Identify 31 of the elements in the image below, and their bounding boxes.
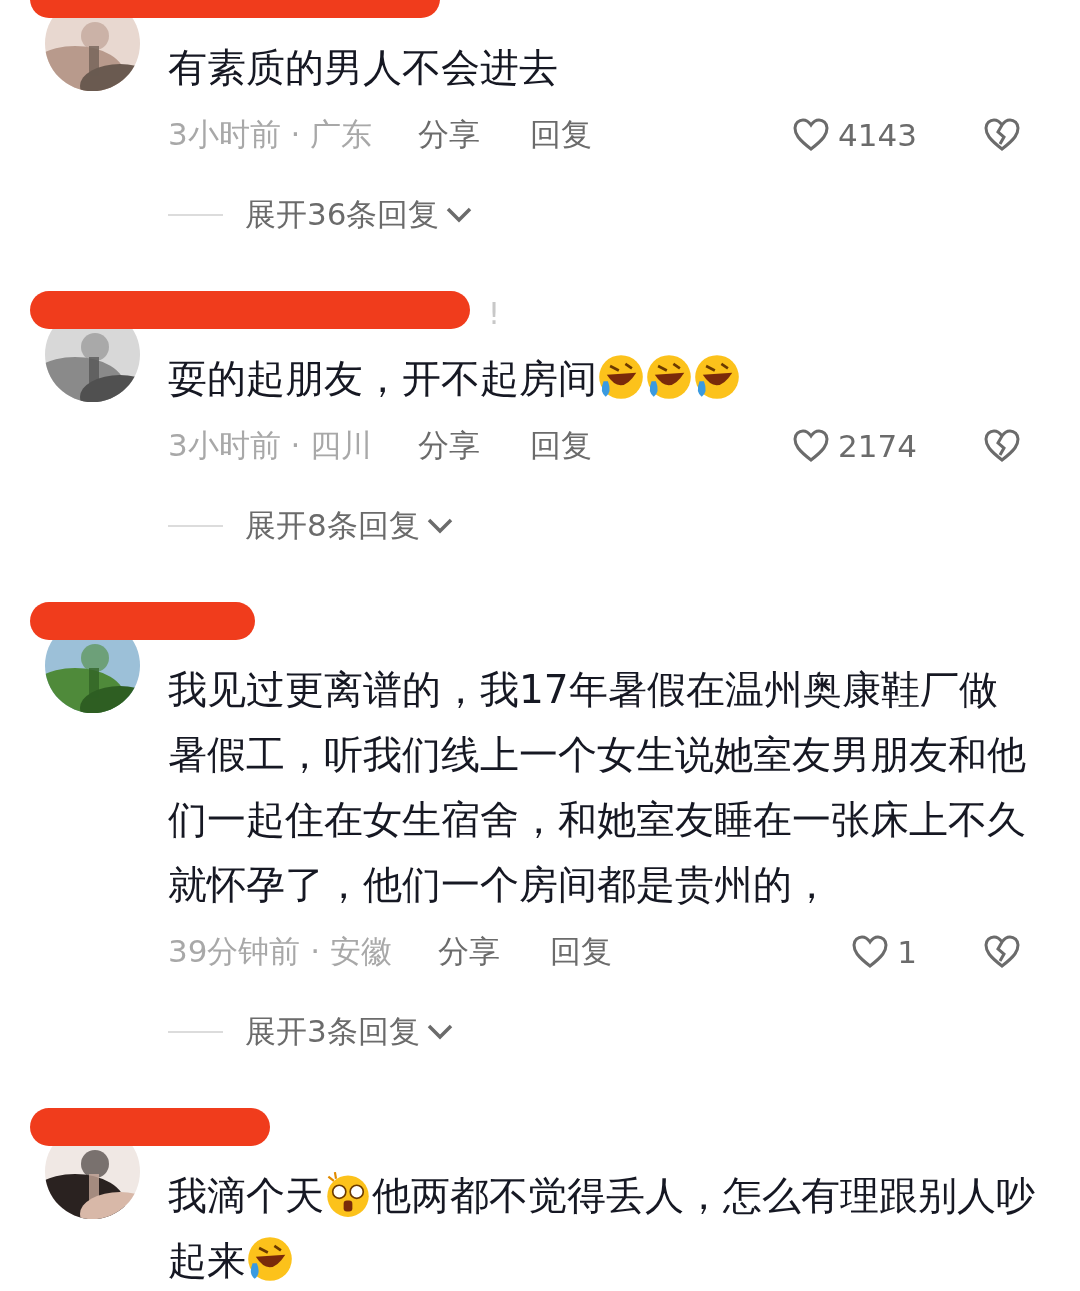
reply-link[interactable]: 回复 (530, 424, 593, 467)
comment-text: 我见过更离谱的，我17年暑假在温州奥康鞋厂做暑假工，听我们线上一个女生说她室友男朋友和他们一起住在女生宿舍，和她室友睡在一张床上不久就怀孕了，他们一个房间都是贵州的， (168, 666, 1027, 909)
share-link[interactable]: 分享 (418, 113, 481, 156)
expand-replies-link[interactable]: 展开36条回复 (245, 193, 440, 236)
expand-replies-link[interactable]: 展开3条回复 (245, 1010, 420, 1053)
broken-heart-icon[interactable] (983, 116, 1021, 153)
comment-time: 3小时前 · 广东 (168, 114, 373, 154)
like-count: 2174 (838, 427, 917, 464)
heart-icon[interactable] (851, 933, 890, 970)
broken-heart-icon[interactable] (983, 427, 1021, 464)
comment-subtitle: ! (488, 296, 501, 331)
expand-replies-link[interactable]: 展开8条回复 (245, 504, 420, 547)
shocked-emoji-icon (324, 1170, 372, 1218)
comment-text: 我滴个天 他两都不觉得丢人，怎么有理跟别人吵起来 (168, 1163, 1036, 1291)
laughing-emoji-icon (693, 353, 741, 401)
share-link[interactable]: 分享 (438, 930, 500, 973)
laughing-emoji-icon (246, 1235, 294, 1283)
laughing-emoji-icon (645, 353, 693, 401)
reply-link[interactable]: 回复 (530, 113, 593, 156)
like-count: 1 (897, 933, 917, 970)
comment-time: 3小时前 · 四川 (168, 425, 373, 465)
heart-icon[interactable] (792, 116, 831, 153)
share-link[interactable]: 分享 (418, 424, 481, 467)
like-count: 4143 (838, 116, 917, 153)
comment-time: 39分钟前 · 安徽 (168, 931, 392, 971)
broken-heart-icon[interactable] (983, 933, 1021, 970)
comment-text: 有素质的男人不会进去 (168, 44, 559, 92)
comment-text: 耍的起朋友，开不起房间 (168, 346, 1036, 411)
laughing-emoji-icon (597, 353, 645, 401)
reply-link[interactable]: 回复 (550, 930, 612, 973)
heart-icon[interactable] (792, 427, 831, 464)
